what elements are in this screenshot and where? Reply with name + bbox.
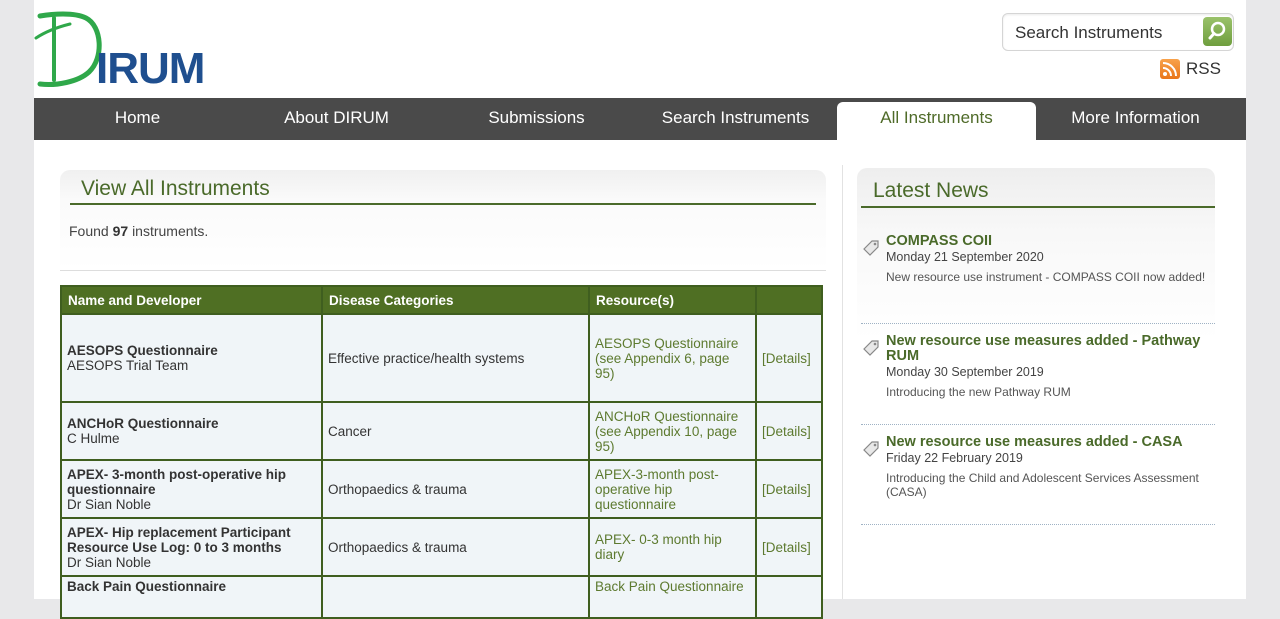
- details-cell: [Details]: [757, 315, 821, 401]
- col-header-actions: [757, 287, 821, 313]
- dirum-logo-graphic: IRUM: [34, 11, 205, 93]
- instrument-developer: AESOPS Trial Team: [67, 358, 189, 373]
- table-row: Back Pain Questionnaire Back Pain Questi…: [62, 577, 821, 617]
- nav-submissions[interactable]: Submissions: [437, 98, 636, 140]
- news-title-divider: [861, 206, 1215, 208]
- col-header-name[interactable]: Name and Developer: [62, 287, 321, 313]
- resource-cell: APEX-3-month post-operative hip question…: [590, 461, 755, 517]
- table-row: ANCHoR Questionnaire C Hulme Cancer ANCH…: [62, 403, 821, 459]
- resource-link[interactable]: APEX-3-month post-operative hip question…: [595, 467, 719, 512]
- news-date: Friday 22 February 2019: [886, 451, 1023, 465]
- name-cell: APEX- Hip replacement Participant Resour…: [62, 519, 321, 575]
- news-separator: [861, 524, 1215, 525]
- resource-cell: Back Pain Questionnaire: [590, 577, 755, 617]
- count-value: 97: [112, 223, 129, 239]
- news-title: Latest News: [873, 179, 989, 202]
- category-cell: Orthopaedics & trauma: [323, 519, 588, 575]
- col-header-category[interactable]: Disease Categories: [323, 287, 588, 313]
- search-box: [1002, 13, 1234, 51]
- instrument-name: APEX- 3-month post-operative hip questio…: [67, 466, 287, 497]
- instrument-name: APEX- Hip replacement Participant Resour…: [67, 524, 291, 555]
- resource-cell: APEX- 0-3 month hip diary: [590, 519, 755, 575]
- nav-home[interactable]: Home: [38, 98, 237, 140]
- table-row: AESOPS Questionnaire AESOPS Trial Team E…: [62, 315, 821, 401]
- instrument-name: AESOPS Questionnaire: [67, 343, 218, 358]
- panel-divider: [60, 270, 826, 271]
- title-divider: [70, 203, 816, 205]
- site-logo[interactable]: IRUM: [34, 8, 244, 93]
- category-cell: Effective practice/health systems: [323, 315, 588, 401]
- details-link[interactable]: [Details]: [762, 351, 811, 366]
- rss-icon: [1160, 59, 1180, 79]
- name-cell: AESOPS Questionnaire AESOPS Trial Team: [62, 315, 321, 401]
- details-link[interactable]: [Details]: [762, 540, 811, 555]
- search-button[interactable]: [1203, 17, 1232, 46]
- instrument-developer: Dr Sian Noble: [67, 554, 152, 570]
- news-headline[interactable]: New resource use measures added - Pathwa…: [886, 334, 1211, 364]
- nav-about[interactable]: About DIRUM: [237, 98, 436, 140]
- instrument-name: ANCHoR Questionnaire: [67, 416, 219, 431]
- table-row: APEX- Hip replacement Participant Resour…: [62, 519, 821, 575]
- details-cell: [Details]: [757, 403, 821, 459]
- news-headline[interactable]: New resource use measures added - CASA: [886, 435, 1211, 450]
- news-description: Introducing the Child and Adolescent Ser…: [886, 471, 1199, 499]
- news-separator: [861, 424, 1215, 425]
- table-row: APEX- 3-month post-operative hip questio…: [62, 461, 821, 517]
- nav-all-instruments[interactable]: All Instruments: [837, 102, 1036, 140]
- svg-text:IRUM: IRUM: [96, 44, 204, 88]
- nav-search-instruments[interactable]: Search Instruments: [636, 98, 835, 140]
- instruments-table: Name and Developer Disease Categories Re…: [60, 285, 823, 619]
- instrument-name: Back Pain Questionnaire: [67, 579, 227, 594]
- news-description: Introducing the new Pathway RUM: [886, 385, 1071, 399]
- resource-link[interactable]: Back Pain Questionnaire: [595, 579, 744, 594]
- instrument-developer: Dr Sian Noble: [67, 496, 152, 512]
- details-cell: [757, 577, 821, 617]
- news-date: Monday 30 September 2019: [886, 365, 1044, 379]
- page: IRUM RSS Home About: [34, 0, 1246, 619]
- nav-more-information[interactable]: More Information: [1036, 98, 1235, 140]
- resource-link[interactable]: APEX- 0-3 month hip diary: [595, 532, 722, 562]
- news-separator: [861, 323, 1215, 324]
- tag-icon: [863, 240, 879, 256]
- results-count: Found 97 instruments.: [69, 223, 209, 239]
- resource-link[interactable]: ANCHoR Questionnaire (see Appendix 10, p…: [595, 409, 738, 454]
- resource-cell: AESOPS Questionnaire (see Appendix 6, pa…: [590, 315, 755, 401]
- col-header-resources[interactable]: Resource(s): [590, 287, 755, 313]
- header: IRUM RSS: [34, 0, 1246, 98]
- instruments-panel: View All Instruments Found 97 instrument…: [60, 170, 826, 270]
- category-cell: Cancer: [323, 403, 588, 459]
- name-cell: ANCHoR Questionnaire C Hulme: [62, 403, 321, 459]
- sidebar-divider: [842, 165, 843, 599]
- rss-label: RSS: [1186, 59, 1221, 78]
- resource-link[interactable]: AESOPS Questionnaire (see Appendix 6, pa…: [595, 336, 738, 381]
- details-link[interactable]: [Details]: [762, 482, 811, 497]
- news-headline[interactable]: COMPASS COII: [886, 234, 1211, 249]
- search-input[interactable]: [1013, 20, 1197, 46]
- name-cell: Back Pain Questionnaire: [62, 577, 321, 617]
- main-nav: Home About DIRUM Submissions Search Inst…: [34, 98, 1246, 140]
- details-cell: [Details]: [757, 461, 821, 517]
- tag-icon: [863, 441, 879, 457]
- news-panel: Latest News COMPASS COII Monday 21 Septe…: [857, 168, 1215, 598]
- table-header-row: Name and Developer Disease Categories Re…: [62, 287, 821, 313]
- details-link[interactable]: [Details]: [762, 424, 811, 439]
- page-title: View All Instruments: [81, 177, 270, 200]
- tag-icon: [863, 340, 879, 356]
- news-description: New resource use instrument - COMPASS CO…: [886, 270, 1206, 284]
- details-cell: [Details]: [757, 519, 821, 575]
- rss-link[interactable]: RSS: [1160, 58, 1221, 80]
- search-icon: [1208, 21, 1226, 40]
- category-cell: [323, 577, 588, 617]
- news-date: Monday 21 September 2020: [886, 250, 1044, 264]
- resource-cell: ANCHoR Questionnaire (see Appendix 10, p…: [590, 403, 755, 459]
- name-cell: APEX- 3-month post-operative hip questio…: [62, 461, 321, 517]
- instrument-developer: C Hulme: [67, 431, 120, 446]
- category-cell: Orthopaedics & trauma: [323, 461, 588, 517]
